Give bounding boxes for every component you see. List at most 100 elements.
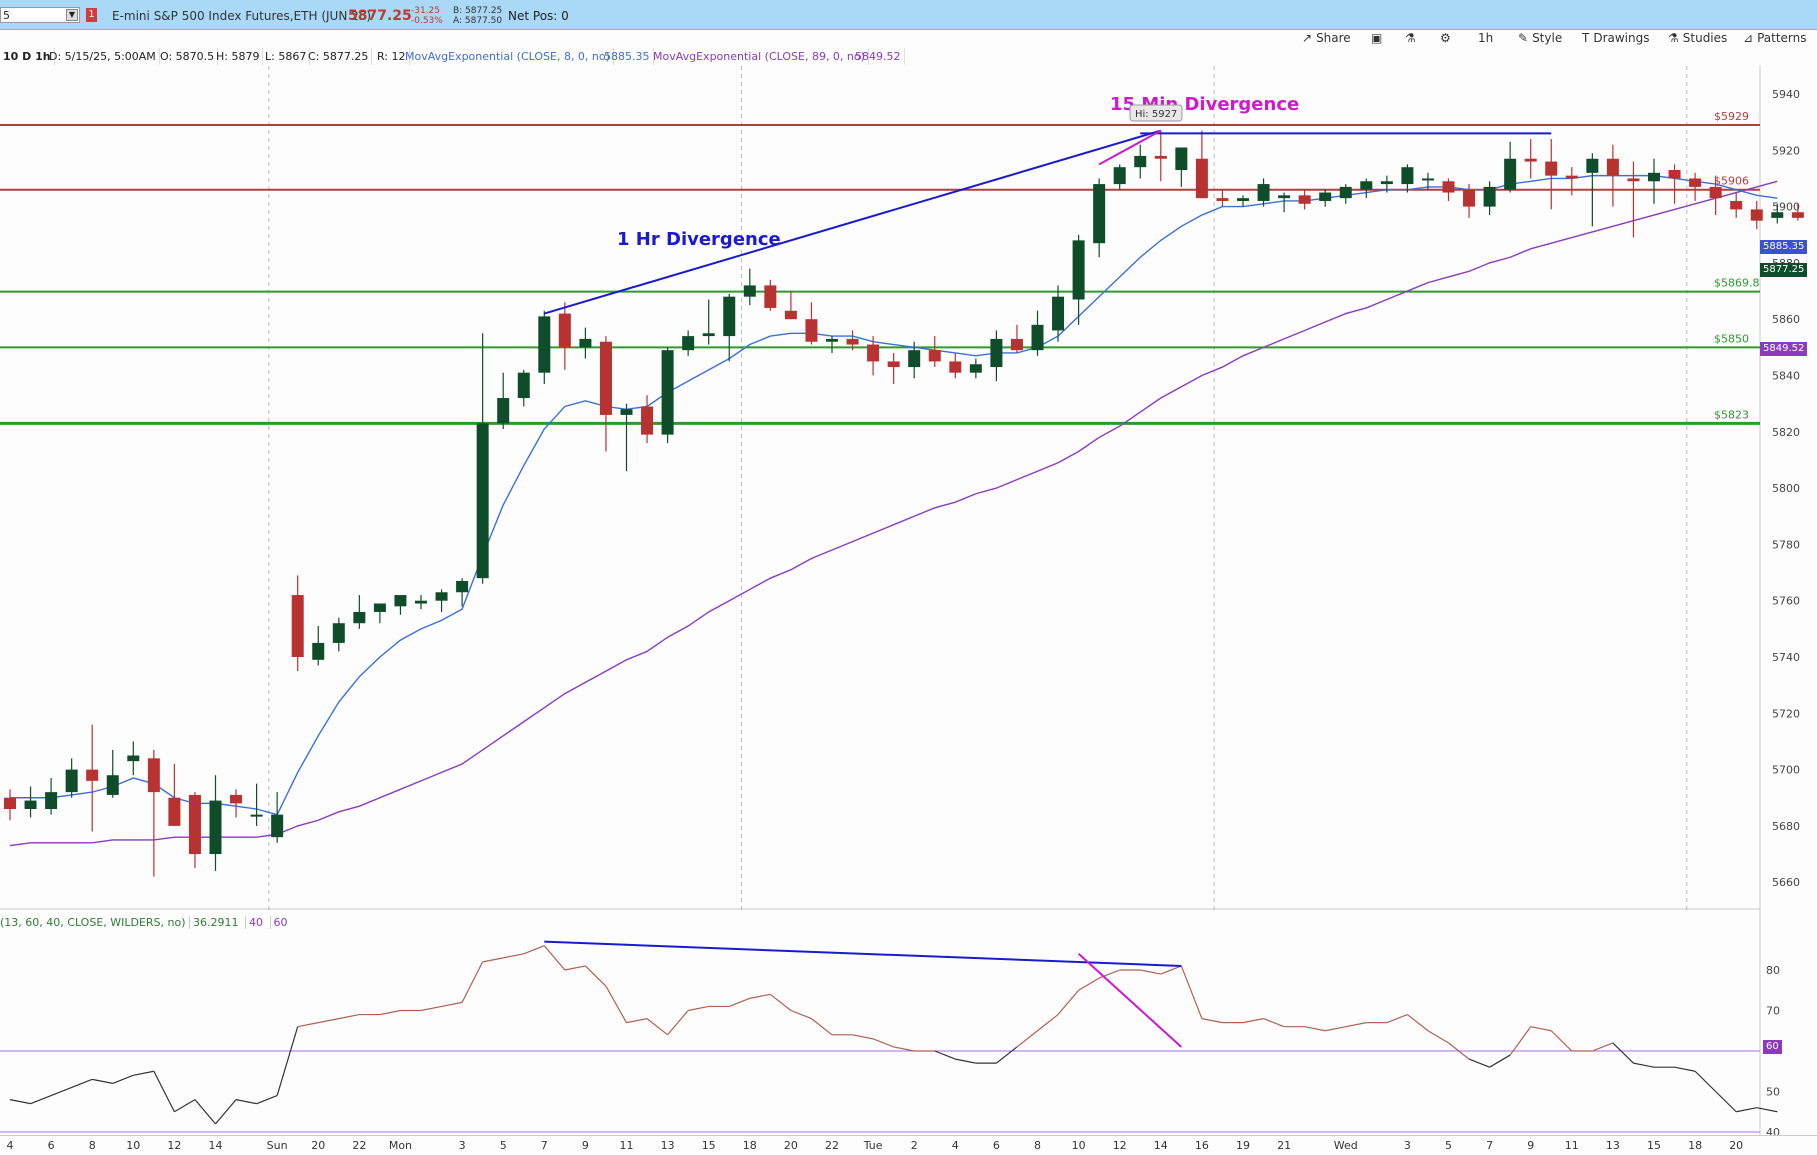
studies-icon: ⚗ — [1668, 31, 1679, 45]
rsi-chart[interactable]: 40 50 70 80 — [0, 910, 1817, 1135]
instrument-description: E-mini S&P 500 Index Futures,ETH (JUN 25… — [112, 9, 372, 23]
candle-body — [312, 642, 325, 660]
candle-body — [805, 319, 818, 342]
level-label: $5869.8 — [1714, 277, 1760, 290]
candle-body — [353, 611, 366, 624]
candle-body — [230, 794, 243, 804]
candle-body — [1052, 296, 1065, 331]
x-tick-label: 22 — [825, 1139, 839, 1152]
style-label: Style — [1532, 31, 1563, 45]
candle-body — [415, 600, 427, 604]
x-tick-label: 16 — [1194, 1139, 1209, 1152]
candle-body — [435, 592, 448, 601]
ema89-value: 5849.52 — [852, 48, 905, 65]
x-tick-label: 2 — [910, 1139, 918, 1152]
x-tick-label: 13 — [1605, 1139, 1620, 1152]
candle-body — [1134, 155, 1147, 168]
last-price: 5877.25 — [348, 8, 412, 24]
rsi-upper-label: 60 — [1763, 1040, 1782, 1054]
x-tick-label: 8 — [88, 1139, 96, 1152]
ema8-label[interactable]: MovAvgExponential (CLOSE, 8, 0, no) — [402, 48, 614, 65]
candle-body — [456, 580, 469, 593]
candle-body — [1586, 158, 1599, 173]
candle-body — [1380, 181, 1393, 185]
candle-body — [1565, 175, 1578, 179]
candle-body — [887, 361, 900, 368]
studies-button[interactable]: ⚗ Studies — [1668, 31, 1727, 45]
rsi-upper: 60 — [269, 916, 291, 929]
candle-body — [1154, 155, 1167, 159]
candle-body — [394, 595, 407, 607]
rsi-params[interactable]: (13, 60, 40, CLOSE, WILDERS, no) — [0, 916, 186, 929]
rsi-legend: (13, 60, 40, CLOSE, WILDERS, no) 36.2911… — [0, 916, 291, 929]
ema8-price-label: 5885.35 — [1760, 240, 1808, 254]
drawings-button[interactable]: T Drawings — [1582, 31, 1650, 45]
candle-body — [1668, 170, 1681, 179]
y-tick-label: 5900 — [1772, 201, 1800, 214]
snapshot-button[interactable]: ▣ — [1371, 31, 1386, 45]
ema89-price-label: 5849.52 — [1760, 342, 1808, 356]
candle-body — [558, 313, 571, 348]
candle-body — [764, 285, 777, 308]
alert-badge[interactable]: 1 — [86, 8, 97, 22]
style-button[interactable]: ✎ Style — [1518, 31, 1562, 45]
candle-body — [271, 814, 284, 838]
net-position: Net Pos: 0 — [508, 9, 569, 23]
y-tick-label: 5760 — [1772, 595, 1800, 608]
x-tick-label: 7 — [540, 1139, 548, 1152]
x-tick-label: 5 — [1445, 1139, 1452, 1152]
candle-body — [188, 794, 201, 855]
candle-body — [1730, 200, 1743, 210]
candle-body — [1504, 158, 1517, 190]
candle-body — [661, 350, 674, 435]
candle-body — [1401, 167, 1414, 185]
price-chart[interactable]: 5660 5680 5700 5720 5740 5760 5780 5800 5820 5840… — [0, 66, 1817, 910]
y-tick-label: 5920 — [1772, 144, 1800, 157]
candle-body — [291, 595, 304, 657]
x-tick-label: 18 — [1688, 1139, 1703, 1152]
candle-body — [1771, 212, 1784, 218]
candle-body — [147, 758, 160, 793]
candle-body — [949, 361, 962, 373]
share-label: Share — [1316, 31, 1351, 45]
settings-button[interactable]: ⚙ — [1440, 31, 1455, 45]
patterns-button[interactable]: ⊿ Patterns — [1743, 31, 1807, 45]
x-tick-label: 12 — [1112, 1139, 1127, 1152]
interval-button[interactable]: 1h — [1478, 31, 1493, 45]
candle-body — [928, 350, 941, 362]
candle-body — [106, 775, 119, 795]
y-tick-label: 5820 — [1772, 426, 1800, 439]
share-icon: ↗ — [1302, 31, 1313, 45]
share-button[interactable]: ↗ Share — [1302, 31, 1351, 45]
flask-button[interactable]: ⚗ — [1405, 31, 1420, 45]
hr-divergence-annotation: 1 Hr Divergence — [617, 229, 781, 250]
ema89-label[interactable]: MovAvgExponential (CLOSE, 89, 0, no) — [650, 48, 869, 65]
candle-body — [579, 338, 592, 348]
x-tick-label: 19 — [1236, 1139, 1250, 1152]
x-tick-label: 6 — [47, 1139, 55, 1152]
candle-body — [65, 769, 78, 793]
x-tick-label: 15 — [701, 1139, 716, 1152]
rsi-tick-label: 50 — [1766, 1086, 1780, 1099]
y-tick-label: 5700 — [1772, 764, 1800, 777]
candle-body — [45, 792, 58, 810]
y-tick-label: 5660 — [1772, 876, 1800, 889]
candle-body — [1339, 186, 1352, 199]
candle-body — [1175, 147, 1188, 171]
x-tick-label: 4 — [6, 1139, 14, 1152]
gear-icon: ⚙ — [1440, 31, 1451, 45]
x-tick-label: Mon — [388, 1139, 413, 1152]
candle-body — [476, 423, 489, 579]
candle-body — [723, 296, 736, 337]
chevron-down-icon[interactable]: ▼ — [66, 9, 78, 21]
candle-body — [1010, 338, 1023, 351]
candle-body — [1750, 209, 1763, 221]
candle-body — [1216, 198, 1229, 201]
candle-body — [702, 333, 715, 337]
y-tick-label: 5720 — [1772, 707, 1800, 720]
candle-body — [1298, 195, 1311, 204]
x-tick-label: 10 — [1071, 1139, 1086, 1152]
y-tick-label: 5680 — [1772, 820, 1800, 833]
x-tick-label: 22 — [352, 1139, 367, 1152]
candle-body — [86, 769, 99, 781]
